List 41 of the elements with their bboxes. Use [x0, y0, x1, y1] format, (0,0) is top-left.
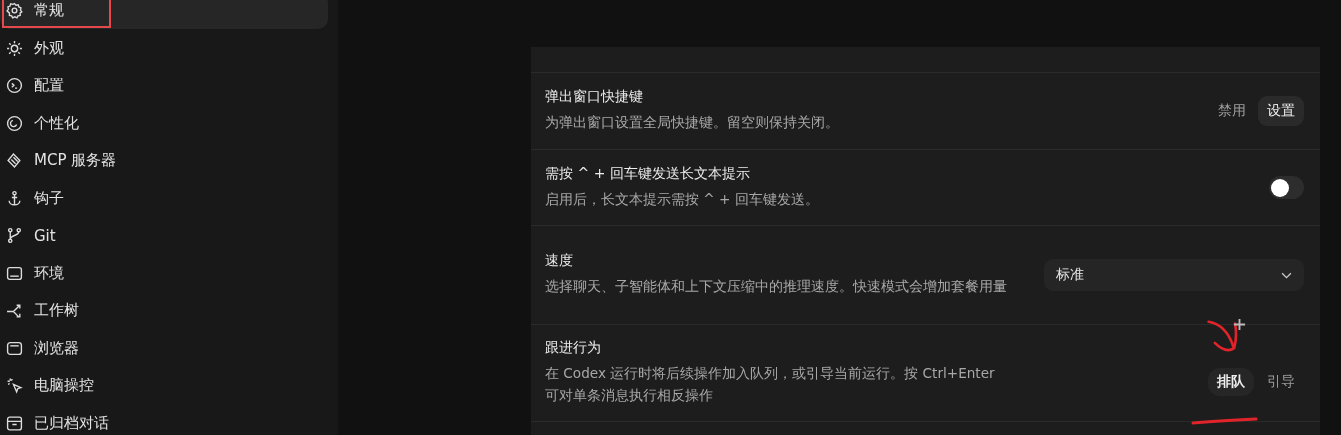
segment-option[interactable]: 引导	[1258, 368, 1304, 396]
toggle-switch[interactable]	[1269, 176, 1304, 199]
sidebar-item[interactable]: 环境	[0, 255, 328, 291]
monitor-icon	[6, 264, 23, 282]
clock-icon	[6, 114, 23, 132]
sidebar-item[interactable]: 电脑操控	[0, 368, 328, 404]
sidebar-item[interactable]: 浏览器	[0, 330, 328, 366]
setting-title: 弹出窗口快捷键	[545, 88, 644, 107]
sidebar-item[interactable]: 工作树	[0, 293, 328, 329]
dropdown-value: 标准	[1056, 266, 1084, 284]
setting-description: 启用后，长文本提示需按 ^ + 回车键发送。	[545, 189, 820, 209]
setting-description: 选择聊天、子智能体和上下文压缩中的推理速度。快速模式会增加套餐用量	[545, 277, 1008, 297]
sidebar-item[interactable]: 外观	[0, 30, 328, 66]
setting-description: 在 Codex 运行时将后续操作加入队列，或引导当前运行。按 Ctrl+Enter 可对单条消息执行相反操作	[545, 364, 996, 405]
sidebar-item[interactable]: MCP 服务器	[0, 143, 328, 179]
sidebar-item[interactable]: 常规	[0, 0, 328, 29]
sidebar-item[interactable]: Git	[0, 218, 328, 254]
setting-title: 需按 ^ + 回车键发送长文本提示	[545, 164, 751, 183]
window-icon	[6, 339, 23, 357]
setting-title: 速度	[545, 252, 574, 271]
cursor-sparkle-icon	[6, 377, 23, 395]
sidebar-item[interactable]: 钩子	[0, 180, 328, 216]
sidebar-item[interactable]: 个性化	[0, 105, 328, 141]
gear-icon	[6, 2, 23, 20]
shortcut-status: 禁用	[1218, 102, 1246, 120]
chevron-down-icon	[1281, 271, 1292, 279]
sidebar-item[interactable]: 配置	[0, 68, 328, 104]
sun-icon	[6, 39, 23, 57]
annotation-underline	[1190, 415, 1260, 427]
terminal-badge-icon	[6, 77, 23, 95]
archive-icon	[6, 414, 23, 432]
branch-icon	[6, 227, 23, 245]
setting-title: 跟进行为	[545, 339, 602, 358]
crosshair-cursor-icon	[1233, 318, 1246, 331]
anchor-icon	[6, 189, 23, 207]
fork-arrow-icon	[6, 302, 23, 320]
segment-option[interactable]: 排队	[1208, 368, 1254, 396]
sidebar-item[interactable]: 已归档对话	[0, 405, 328, 435]
set-shortcut-button[interactable]: 设置	[1258, 96, 1304, 126]
setting-description: 为弹出窗口设置全局快捷键。留空则保持关闭。	[545, 113, 840, 133]
speed-dropdown[interactable]: 标准	[1044, 259, 1304, 291]
